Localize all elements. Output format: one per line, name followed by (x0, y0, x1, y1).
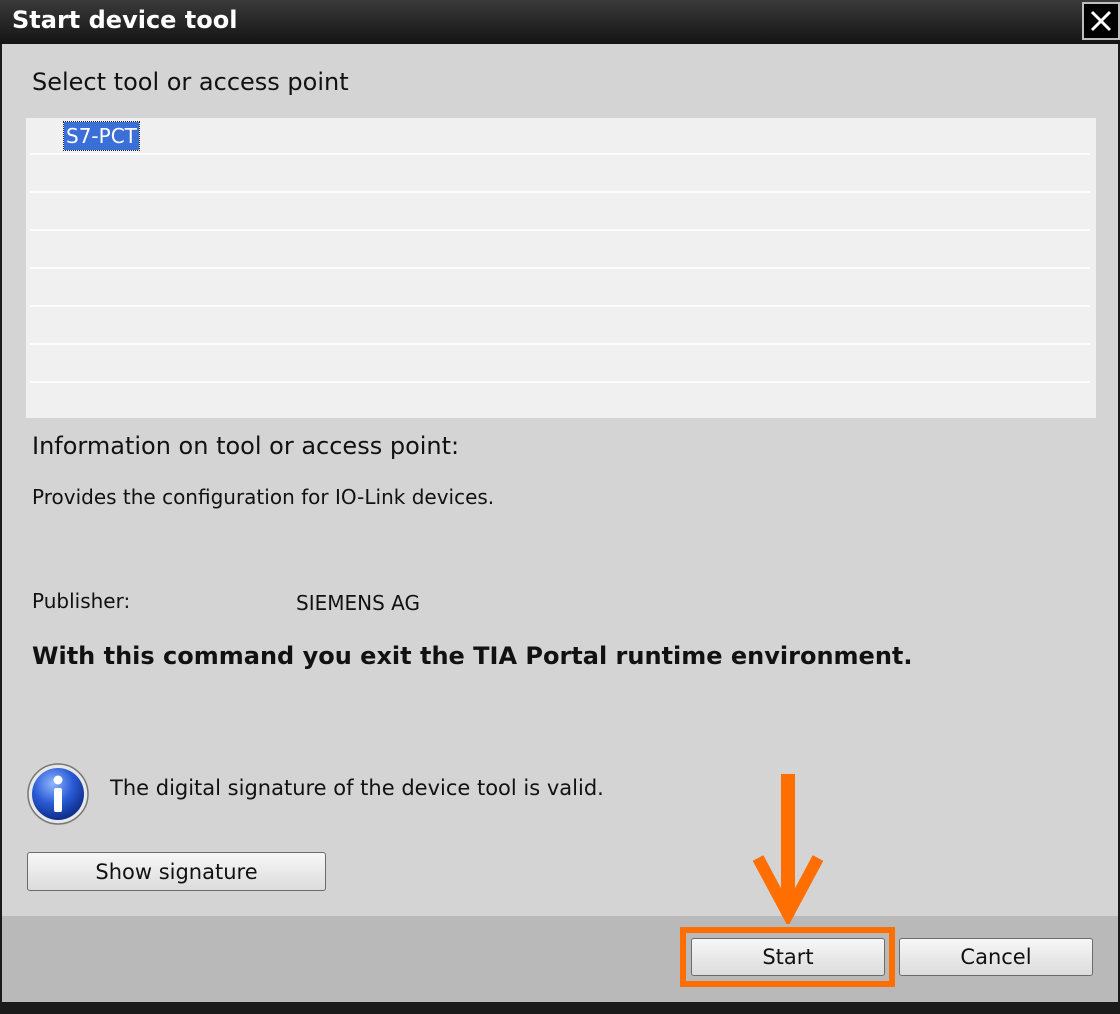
title-bar[interactable]: Start device tool (0, 0, 1120, 44)
info-heading: Information on tool or access point: (32, 432, 460, 460)
start-highlight-box (680, 927, 895, 987)
show-signature-button[interactable]: Show signature (27, 852, 326, 891)
exit-warning: With this command you exit the TIA Porta… (32, 642, 913, 670)
tool-list[interactable]: S7-PCT (26, 118, 1096, 418)
list-row-empty (30, 156, 1090, 193)
cancel-button[interactable]: Cancel (899, 938, 1093, 976)
list-row-empty (30, 232, 1090, 269)
info-icon (27, 763, 89, 825)
publisher-value: SIEMENS AG (296, 591, 420, 615)
list-row-empty (30, 270, 1090, 307)
select-tool-heading: Select tool or access point (32, 68, 349, 96)
list-row-empty (30, 194, 1090, 231)
close-button[interactable] (1082, 2, 1120, 40)
arrow-down-icon (752, 774, 824, 924)
signature-status: The digital signature of the device tool… (110, 776, 604, 800)
list-row-empty (30, 308, 1090, 345)
dialog-footer: Start Cancel (2, 916, 1118, 1002)
tool-description: Provides the configuration for IO-Link d… (32, 485, 495, 509)
close-icon (1090, 10, 1112, 32)
list-item[interactable]: S7-PCT (30, 118, 1090, 155)
dialog-title: Start device tool (12, 6, 238, 34)
publisher-label: Publisher: (32, 589, 131, 613)
dialog-body: Select tool or access point S7-PCT Infor… (2, 44, 1118, 916)
list-item-label[interactable]: S7-PCT (63, 121, 140, 151)
list-row-empty (30, 384, 1090, 421)
start-device-tool-dialog: Start device tool Select tool or access … (0, 0, 1120, 1014)
list-row-empty (30, 346, 1090, 383)
